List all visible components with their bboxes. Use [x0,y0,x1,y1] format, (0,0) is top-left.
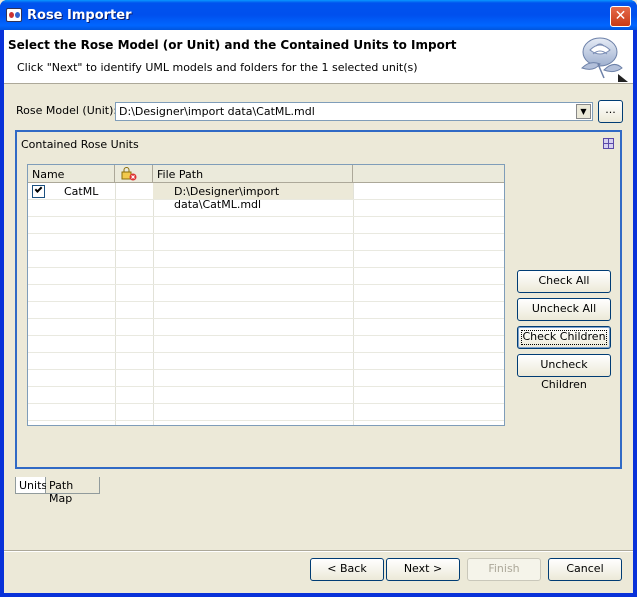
check-icon [34,185,43,193]
locked-error-icon [121,167,137,181]
table-row [28,268,504,285]
rose-model-combobox[interactable]: D:\Designer\import data\CatML.mdl ▼ [115,102,593,121]
focus-rectangle [521,330,607,345]
browse-button[interactable]: ... [598,100,623,123]
table-row [28,217,504,234]
table-row [28,234,504,251]
table-row [28,285,504,302]
table-row [28,353,504,370]
next-button[interactable]: Next > [386,558,460,581]
tab-units[interactable]: Units [15,477,47,494]
contained-units-panel: Contained Rose Units Name File Path CatM… [15,130,622,469]
table-row [28,251,504,268]
tab-path-map[interactable]: Path Map [46,477,100,505]
column-header-empty [353,165,504,183]
cancel-button[interactable]: Cancel [548,558,622,581]
page-description: Click "Next" to identify UML models and … [17,61,418,74]
panel-title: Contained Rose Units [21,138,139,151]
panel-header: Contained Rose Units [17,132,620,154]
unit-file-path: D:\Designer\import data\CatML.mdl [153,183,353,211]
units-table: Name File Path CatML D:\Designer\import … [27,164,505,426]
table-row [28,200,504,217]
page-title: Select the Rose Model (or Unit) and the … [8,38,457,52]
maximize-panel-icon[interactable] [603,138,614,149]
column-header-file-path[interactable]: File Path [153,165,353,183]
check-children-button[interactable]: Check Children [517,326,611,349]
rose-model-value: D:\Designer\import data\CatML.mdl [119,105,315,118]
wizard-header: Select the Rose Model (or Unit) and the … [4,30,633,84]
unit-checkbox[interactable] [32,185,45,198]
title-bar: Rose Importer ✕ [0,0,637,30]
table-row [28,404,504,421]
table-row [28,302,504,319]
rose-icon [581,37,628,82]
window-title: Rose Importer [27,8,132,23]
check-all-button[interactable]: Check All [517,270,611,293]
table-row[interactable]: CatML D:\Designer\import data\CatML.mdl [28,183,504,211]
rose-model-label: Rose Model (Unit): [16,104,118,117]
column-header-name[interactable]: Name [28,165,115,183]
app-icon [6,8,22,22]
table-row [28,336,504,353]
table-header: Name File Path [28,165,504,183]
uncheck-all-button[interactable]: Uncheck All [517,298,611,321]
back-button[interactable]: < Back [310,558,384,581]
unit-name: CatML [64,185,99,198]
rose-importer-window: Rose Importer ✕ Select the Rose Model (o… [0,0,637,597]
dialog-client-area: Select the Rose Model (or Unit) and the … [4,30,633,593]
column-header-status[interactable] [115,165,153,183]
table-row [28,387,504,404]
dropdown-arrow-icon[interactable]: ▼ [576,104,591,119]
table-row [28,370,504,387]
uncheck-children-button[interactable]: Uncheck Children [517,354,611,391]
close-button[interactable]: ✕ [610,6,631,27]
table-row [28,319,504,336]
footer-separator [4,550,633,552]
finish-button[interactable]: Finish [467,558,541,581]
